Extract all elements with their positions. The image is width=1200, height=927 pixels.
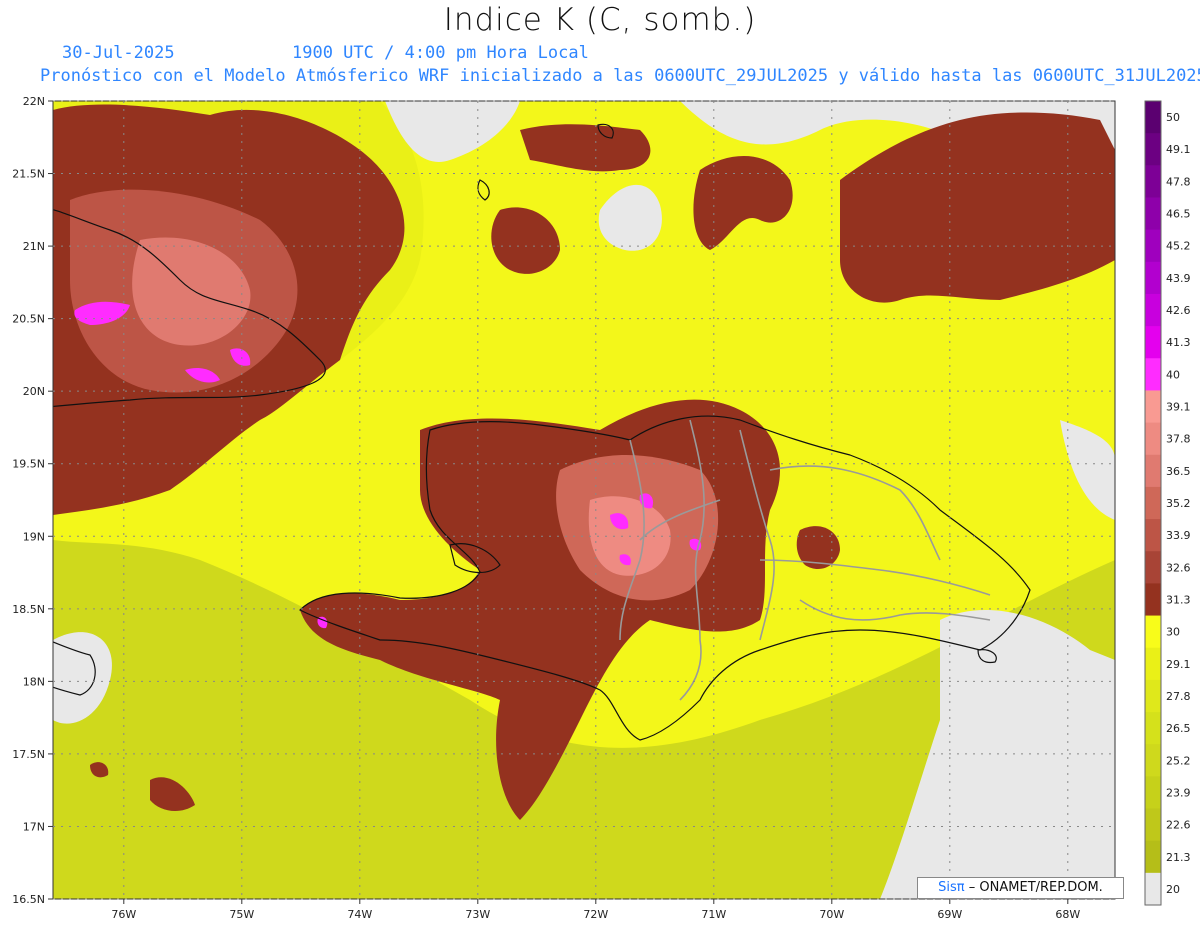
colorbar-label: 42.6: [1166, 304, 1191, 317]
colorbar-swatch: [1145, 840, 1161, 874]
colorbar-swatch: [1145, 583, 1161, 617]
lat-tick-label: 17.5N: [12, 748, 45, 761]
lon-tick-label: 71W: [701, 908, 726, 921]
colorbar-swatch: [1145, 390, 1161, 424]
lat-tick-label: 18.5N: [12, 603, 45, 616]
colorbar-label: 41.3: [1166, 336, 1191, 349]
colorbar-label: 20: [1166, 883, 1180, 896]
colorbar-label: 40: [1166, 368, 1180, 381]
lat-tick-label: 18N: [23, 675, 45, 688]
colorbar-label: 36.5: [1166, 465, 1191, 478]
colorbar-label: 23.9: [1166, 786, 1191, 799]
colorbar-swatch: [1145, 679, 1161, 713]
colorbar-label: 49.1: [1166, 143, 1191, 156]
colorbar-swatch: [1145, 647, 1161, 681]
colorbar-label: 32.6: [1166, 561, 1191, 574]
lon-tick-label: 75W: [229, 908, 254, 921]
colorbar-swatch: [1145, 165, 1161, 198]
colorbar-swatch: [1145, 486, 1161, 520]
colorbar-swatch: [1145, 712, 1161, 745]
colorbar-swatch: [1145, 358, 1161, 391]
colorbar-swatch: [1145, 551, 1161, 584]
colorbar-label: 47.8: [1166, 175, 1191, 188]
colorbar-label: 39.1: [1166, 401, 1191, 414]
lat-tick-label: 21N: [23, 240, 45, 253]
colorbar-label: 25.2: [1166, 754, 1191, 767]
colorbar-label: 26.5: [1166, 722, 1191, 735]
lat-tick-label: 16.5N: [12, 893, 45, 906]
colorbar-label: 37.8: [1166, 433, 1191, 446]
lat-tick-label: 21.5N: [12, 168, 45, 181]
lon-tick-label: 69W: [937, 908, 962, 921]
colorbar-swatch: [1145, 872, 1161, 906]
colorbar-swatch: [1145, 101, 1161, 134]
colorbar-swatch: [1145, 615, 1161, 649]
colorbar-label: 50: [1166, 111, 1180, 124]
lat-tick-label: 19.5N: [12, 458, 45, 471]
colorbar-swatch: [1145, 519, 1161, 552]
colorbar-swatch: [1145, 808, 1161, 842]
colorbar-swatch: [1145, 454, 1161, 488]
lon-tick-label: 76W: [111, 908, 136, 921]
colorbar-label: 33.9: [1166, 529, 1191, 542]
colorbar-label: 31.3: [1166, 593, 1191, 606]
credit-box: Sisπ – ONAMET/REP.DOM.: [917, 877, 1124, 899]
colorbar-swatch: [1145, 197, 1161, 231]
lat-tick-label: 22N: [23, 95, 45, 108]
colorbar-swatch: [1145, 776, 1161, 810]
colorbar-label: 21.3: [1166, 851, 1191, 864]
colorbar-swatch: [1145, 744, 1161, 777]
sis-logo: Sisπ: [938, 880, 965, 895]
colorbar-swatch: [1145, 133, 1161, 166]
colorbar-swatch: [1145, 261, 1161, 295]
lon-tick-label: 70W: [819, 908, 844, 921]
colorbar-label: 43.9: [1166, 272, 1191, 285]
map-plot-area: [53, 101, 1115, 899]
lat-tick-label: 20N: [23, 385, 45, 398]
colorbar-swatch: [1145, 293, 1161, 327]
k-index-map: 22N 21.5N 21N 20.5N 20N 19.5N 19N 18.5N 18N 17.5N…: [12, 95, 1191, 921]
lon-tick-label: 74W: [347, 908, 372, 921]
lat-tick-label: 17N: [23, 820, 45, 833]
lat-tick-label: 19N: [23, 530, 45, 543]
credit-text: – ONAMET/REP.DOM.: [968, 880, 1103, 895]
colorbar-label: 46.5: [1166, 208, 1191, 221]
colorbar: 50 49.1 47.8 46.5 45.2 43.9 42.6 41.3 40 39.1 37.8…: [1144, 100, 1191, 906]
colorbar-swatch: [1145, 229, 1161, 263]
colorbar-label: 30: [1166, 626, 1180, 639]
colorbar-swatch: [1145, 422, 1161, 456]
colorbar-label: 45.2: [1166, 240, 1191, 253]
colorbar-swatch: [1145, 326, 1161, 359]
lat-tick-label: 20.5N: [12, 313, 45, 326]
colorbar-label: 35.2: [1166, 497, 1191, 510]
lon-tick-label: 68W: [1055, 908, 1080, 921]
colorbar-label: 22.6: [1166, 819, 1191, 832]
lon-tick-label: 73W: [465, 908, 490, 921]
colorbar-label: 29.1: [1166, 658, 1191, 671]
lon-tick-label: 72W: [583, 908, 608, 921]
colorbar-label: 27.8: [1166, 690, 1191, 703]
